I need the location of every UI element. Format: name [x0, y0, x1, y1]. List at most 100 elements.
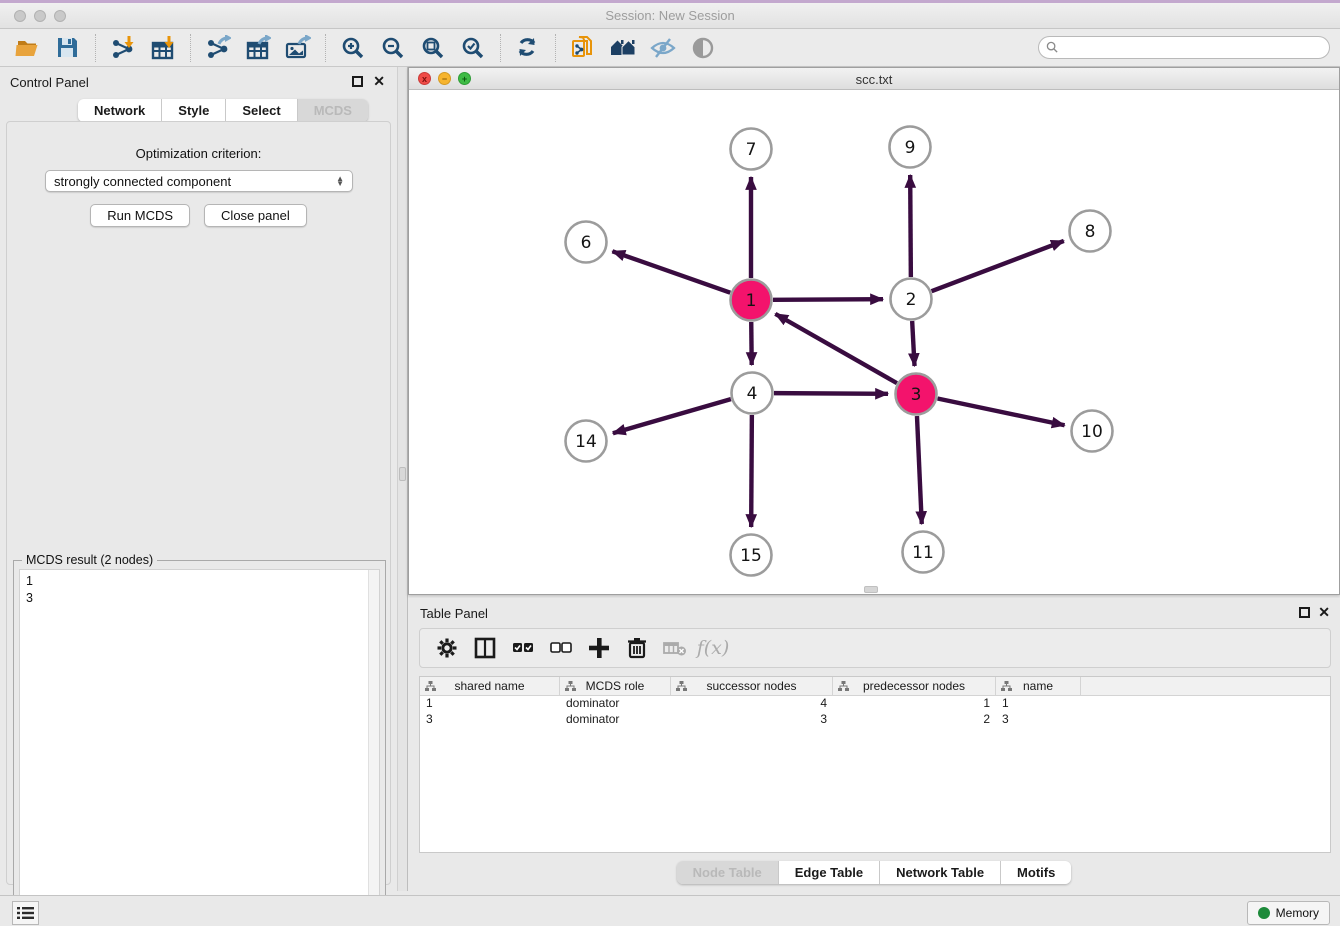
network-window-title: scc.txt	[409, 72, 1339, 87]
edge-2-8[interactable]	[932, 241, 1064, 291]
clone-network-icon[interactable]	[568, 33, 598, 63]
mcds-result-textarea[interactable]: 13	[19, 569, 380, 926]
select-all-icon[interactable]	[508, 634, 538, 662]
import-network-icon[interactable]	[108, 33, 138, 63]
window-title: Session: New Session	[0, 8, 1340, 23]
mcds-panel: Optimization criterion: strongly connect…	[6, 121, 391, 885]
add-icon[interactable]	[584, 634, 614, 662]
table-panel-close-icon[interactable]: ✕	[1318, 604, 1330, 620]
eye-slash-icon[interactable]	[648, 33, 678, 63]
table-row[interactable]: 1dominator411	[420, 696, 1330, 712]
criterion-select[interactable]: strongly connected component ▲▼	[45, 170, 353, 192]
edge-4-14[interactable]	[613, 399, 731, 433]
table-row[interactable]: 3dominator323	[420, 712, 1330, 728]
run-mcds-button[interactable]: Run MCDS	[90, 204, 190, 227]
vertical-splitter[interactable]	[397, 67, 408, 891]
window-titlebar: Session: New Session	[0, 3, 1340, 29]
table-panel-float-icon[interactable]	[1299, 607, 1310, 618]
canvas-resize-grip[interactable]	[864, 586, 878, 593]
edge-3-11[interactable]	[917, 416, 922, 524]
status-bar: Memory	[0, 895, 1340, 926]
tab-mcds[interactable]: MCDS	[298, 99, 368, 122]
splitter-grip[interactable]	[399, 467, 406, 481]
search-box[interactable]	[1038, 36, 1330, 59]
edge-4-15[interactable]	[751, 415, 752, 527]
zoom-selected-icon[interactable]	[458, 33, 488, 63]
toolbar-separator	[95, 34, 96, 62]
control-panel-title: Control Panel	[10, 75, 89, 90]
table-tab-motifs[interactable]: Motifs	[1001, 861, 1071, 884]
node-label-1: 1	[746, 291, 757, 311]
control-panel-close-icon[interactable]: ✕	[373, 73, 385, 89]
houses-icon[interactable]	[608, 33, 638, 63]
table-cell: 1	[833, 696, 996, 712]
mcds-result-title: MCDS result (2 nodes)	[22, 553, 157, 567]
edge-3-10[interactable]	[938, 399, 1065, 426]
node-label-8: 8	[1085, 222, 1096, 242]
memory-button[interactable]: Memory	[1247, 901, 1330, 925]
table-cell: dominator	[560, 712, 671, 728]
export-image-icon[interactable]	[283, 33, 313, 63]
tab-network[interactable]: Network	[78, 99, 162, 122]
export-network-icon[interactable]	[203, 33, 233, 63]
column-header-predecessor-nodes[interactable]: predecessor nodes	[833, 677, 996, 695]
task-list-icon	[17, 906, 34, 920]
table-cell: 3	[420, 712, 560, 728]
columns-icon[interactable]	[470, 634, 500, 662]
node-table: shared nameMCDS rolesuccessor nodesprede…	[419, 676, 1331, 853]
toolbar-separator	[190, 34, 191, 62]
table-tab-node-table[interactable]: Node Table	[677, 861, 779, 884]
task-history-button[interactable]	[12, 901, 39, 925]
mcds-result-group: MCDS result (2 nodes) 13	[13, 560, 386, 926]
edge-4-3[interactable]	[774, 393, 888, 394]
tab-select[interactable]: Select	[226, 99, 297, 122]
toolbar-separator	[500, 34, 501, 62]
zoom-out-icon[interactable]	[378, 33, 408, 63]
zoom-fit-icon[interactable]	[418, 33, 448, 63]
zoom-in-icon[interactable]	[338, 33, 368, 63]
edge-2-3[interactable]	[912, 321, 914, 366]
save-session-icon[interactable]	[53, 33, 83, 63]
deselect-all-icon[interactable]	[546, 634, 576, 662]
column-header-MCDS-role[interactable]: MCDS role	[560, 677, 671, 695]
node-label-7: 7	[746, 140, 757, 160]
toolbar-separator	[325, 34, 326, 62]
result-scrollbar[interactable]	[368, 570, 379, 926]
export-table-icon[interactable]	[243, 33, 273, 63]
control-panel: Control Panel ✕ NetworkStyleSelectMCDS O…	[0, 67, 397, 891]
toolbar-separator	[555, 34, 556, 62]
delete-icon[interactable]	[622, 634, 652, 662]
result-line: 1	[26, 573, 373, 590]
criterion-value: strongly connected component	[54, 174, 231, 189]
edge-1-6[interactable]	[612, 251, 730, 292]
table-tabs: Node TableEdge TableNetwork TableMotifs	[677, 861, 1072, 884]
network-canvas[interactable]: 7968124314101511	[409, 90, 1339, 594]
column-header-successor-nodes[interactable]: successor nodes	[671, 677, 833, 695]
import-table-icon[interactable]	[148, 33, 178, 63]
eye-icon[interactable]	[688, 33, 718, 63]
control-panel-float-icon[interactable]	[352, 76, 363, 87]
search-input[interactable]	[1064, 41, 1329, 55]
table-cell: 4	[671, 696, 833, 712]
table-cell: 1	[420, 696, 560, 712]
edge-3-1[interactable]	[775, 314, 897, 383]
edge-1-2[interactable]	[773, 299, 883, 300]
column-header-shared-name[interactable]: shared name	[420, 677, 560, 695]
table-tab-edge-table[interactable]: Edge Table	[779, 861, 880, 884]
gear-icon[interactable]	[432, 634, 462, 662]
application-window: Session: New Session Control Panel ✕ Net…	[0, 0, 1340, 926]
refresh-icon[interactable]	[513, 33, 543, 63]
node-label-3: 3	[911, 385, 922, 405]
table-toolbar: f(x)	[419, 628, 1331, 668]
tab-style[interactable]: Style	[162, 99, 226, 122]
column-header-name[interactable]: name	[996, 677, 1081, 695]
table-tab-network-table[interactable]: Network Table	[880, 861, 1001, 884]
table-panel-title: Table Panel	[420, 606, 488, 621]
memory-label: Memory	[1276, 906, 1319, 920]
edge-2-9[interactable]	[910, 175, 911, 277]
close-panel-button[interactable]: Close panel	[204, 204, 307, 227]
network-graph[interactable]: 7968124314101511	[409, 90, 1339, 594]
table-cell: 2	[833, 712, 996, 728]
open-session-icon[interactable]	[13, 33, 43, 63]
network-view-window: x − + scc.txt 7968124314101511	[408, 67, 1340, 595]
